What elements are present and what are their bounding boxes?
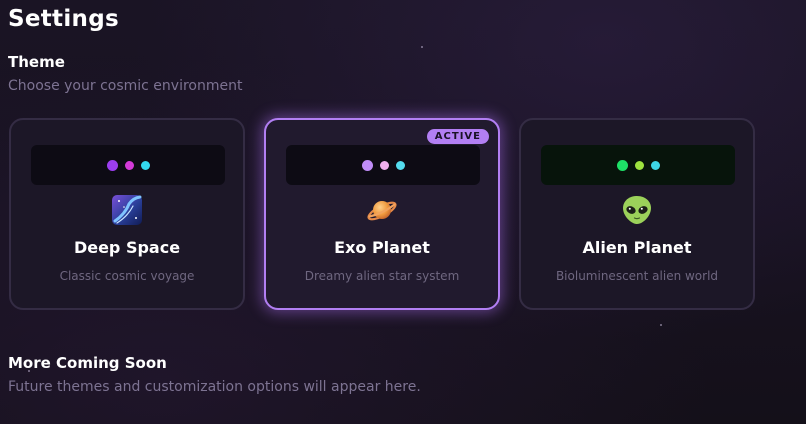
theme-preview-bar — [286, 145, 480, 185]
active-badge: ACTIVE — [426, 129, 489, 144]
theme-section-heading: Theme — [8, 53, 65, 71]
theme-card-title: Exo Planet — [334, 238, 430, 257]
preview-dot — [379, 160, 389, 170]
preview-dot — [140, 160, 150, 170]
theme-card-exo-planet[interactable]: ACTIVE Exo Planet Dreamy alien star syst… — [264, 118, 500, 310]
theme-card-description: Dreamy alien star system — [304, 269, 460, 283]
theme-card-alien-planet[interactable]: Alien Planet Bioluminescent alien world — [519, 118, 755, 310]
preview-dot — [650, 160, 660, 170]
ringed-planet-icon — [266, 194, 498, 226]
more-section-subheading: Future themes and customization options … — [8, 379, 421, 395]
preview-dot — [361, 159, 373, 171]
background-star — [660, 324, 662, 326]
theme-card-description: Bioluminescent alien world — [555, 269, 719, 283]
theme-section-subheading: Choose your cosmic environment — [8, 78, 243, 94]
theme-preview-bar — [31, 145, 225, 185]
theme-card-description: Classic cosmic voyage — [59, 269, 195, 283]
page-title: Settings — [8, 6, 119, 32]
theme-card-title: Alien Planet — [582, 238, 692, 257]
preview-dot — [124, 160, 134, 170]
deep-space-icon — [11, 194, 243, 226]
preview-dot — [634, 160, 644, 170]
theme-card-deep-space[interactable]: Deep Space Classic cosmic voyage — [9, 118, 245, 310]
theme-card-title: Deep Space — [73, 238, 181, 257]
theme-preview-bar — [541, 145, 735, 185]
more-section-heading: More Coming Soon — [8, 354, 167, 372]
preview-dot — [106, 159, 118, 171]
preview-dot — [395, 160, 405, 170]
alien-icon — [521, 194, 753, 226]
preview-dot — [616, 159, 628, 171]
background-star — [421, 46, 423, 48]
